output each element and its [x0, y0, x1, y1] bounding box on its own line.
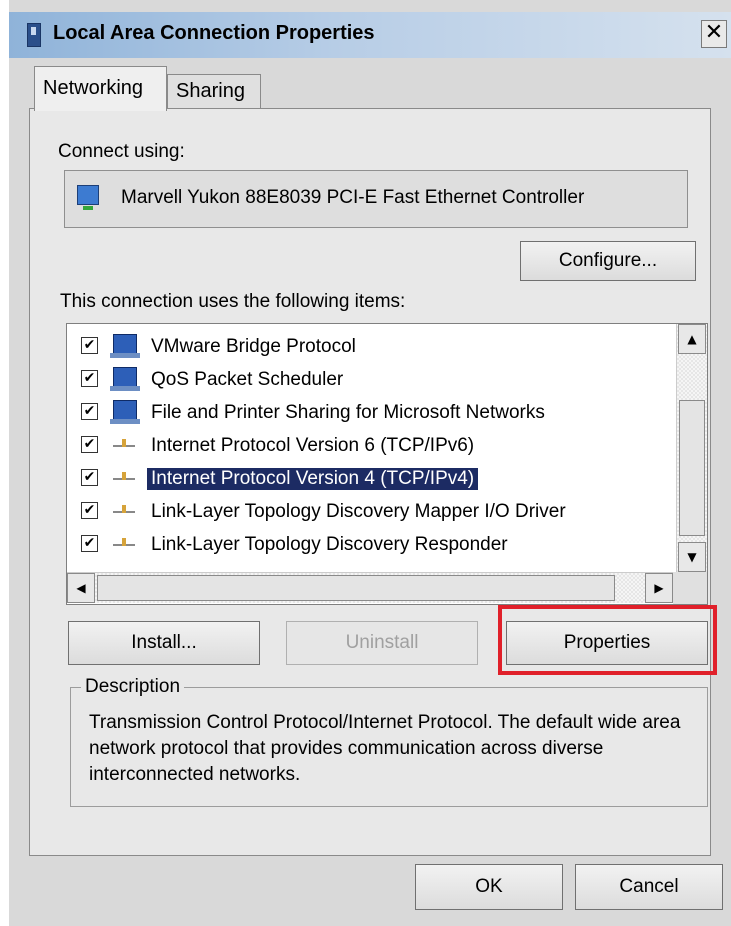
list-item[interactable]: ✔ Internet Protocol Version 6 (TCP/IPv6) [67, 429, 673, 462]
vertical-scroll-thumb[interactable] [679, 400, 705, 536]
horizontal-scrollbar[interactable]: ◀ ▶ [67, 572, 673, 603]
protocol-icon [113, 472, 135, 480]
item-checkbox[interactable]: ✔ [81, 469, 98, 486]
item-checkbox[interactable]: ✔ [81, 337, 98, 354]
adapter-name: Marvell Yukon 88E8039 PCI-E Fast Etherne… [121, 187, 585, 208]
item-checkbox[interactable]: ✔ [81, 502, 98, 519]
list-item[interactable]: ✔ QoS Packet Scheduler [67, 363, 673, 396]
list-item-label: Link-Layer Topology Discovery Mapper I/O… [151, 501, 566, 522]
networking-panel: Connect using: Marvell Yukon 88E8039 PCI… [29, 108, 717, 856]
properties-window: Local Area Connection Properties ✕ Netwo… [9, 0, 731, 926]
cancel-button[interactable]: Cancel [575, 864, 723, 910]
network-service-icon [110, 334, 140, 358]
item-checkbox[interactable]: ✔ [81, 535, 98, 552]
items-label: This connection uses the following items… [60, 291, 406, 312]
list-item[interactable]: ✔ Link-Layer Topology Discovery Responde… [67, 528, 673, 561]
list-item-label: Internet Protocol Version 4 (TCP/IPv4) [147, 468, 479, 490]
list-item-label: QoS Packet Scheduler [151, 369, 344, 390]
scroll-corner [673, 572, 707, 604]
list-item[interactable]: ✔ Link-Layer Topology Discovery Mapper I… [67, 495, 673, 528]
list-item-label: Internet Protocol Version 6 (TCP/IPv6) [151, 435, 475, 456]
item-checkbox[interactable]: ✔ [81, 403, 98, 420]
horizontal-scroll-thumb[interactable] [97, 575, 615, 601]
list-item-label: VMware Bridge Protocol [151, 336, 356, 357]
tab-networking-label: Networking [43, 77, 144, 99]
list-item-selected[interactable]: ✔ Internet Protocol Version 4 (TCP/IPv4) [67, 462, 673, 495]
adapter-field: Marvell Yukon 88E8039 PCI-E Fast Etherne… [64, 170, 688, 228]
properties-highlight-box [498, 605, 717, 675]
scroll-up-icon[interactable]: ▲ [678, 324, 706, 354]
connect-using-label: Connect using: [58, 141, 185, 162]
vertical-scrollbar[interactable]: ▲ ▼ [676, 324, 707, 572]
list-item-label: File and Printer Sharing for Microsoft N… [151, 402, 545, 423]
components-list[interactable]: ✔ VMware Bridge Protocol ✔ QoS Packet Sc… [66, 323, 708, 605]
ethernet-adapter-icon [77, 185, 99, 210]
description-group: Description Transmission Control Protoco… [70, 676, 708, 807]
ok-button[interactable]: OK [415, 864, 563, 910]
description-text: Transmission Control Protocol/Internet P… [89, 712, 681, 785]
list-item[interactable]: ✔ VMware Bridge Protocol [67, 330, 673, 363]
network-service-icon [110, 400, 140, 424]
list-item[interactable]: ✔ File and Printer Sharing for Microsoft… [67, 396, 673, 429]
configure-button[interactable]: Configure... [520, 241, 696, 281]
tab-sharing-label: Sharing [176, 80, 245, 102]
item-checkbox[interactable]: ✔ [81, 370, 98, 387]
uninstall-button[interactable]: Uninstall [286, 621, 478, 665]
network-adapter-icon [27, 23, 41, 47]
description-legend: Description [81, 676, 185, 698]
tab-sharing[interactable]: Sharing [167, 74, 261, 109]
network-service-icon [110, 367, 140, 391]
close-button[interactable]: ✕ [701, 20, 727, 48]
protocol-icon [113, 439, 135, 447]
scroll-right-icon[interactable]: ▶ [645, 573, 673, 603]
install-button[interactable]: Install... [68, 621, 260, 665]
window-title: Local Area Connection Properties [53, 22, 375, 44]
protocol-icon [113, 538, 135, 546]
item-checkbox[interactable]: ✔ [81, 436, 98, 453]
tab-networking[interactable]: Networking [34, 66, 167, 111]
list-item-label: Link-Layer Topology Discovery Responder [151, 534, 508, 555]
title-bar[interactable]: Local Area Connection Properties ✕ [9, 12, 731, 58]
protocol-icon [113, 505, 135, 513]
scroll-left-icon[interactable]: ◀ [67, 573, 95, 603]
scroll-down-icon[interactable]: ▼ [678, 542, 706, 572]
